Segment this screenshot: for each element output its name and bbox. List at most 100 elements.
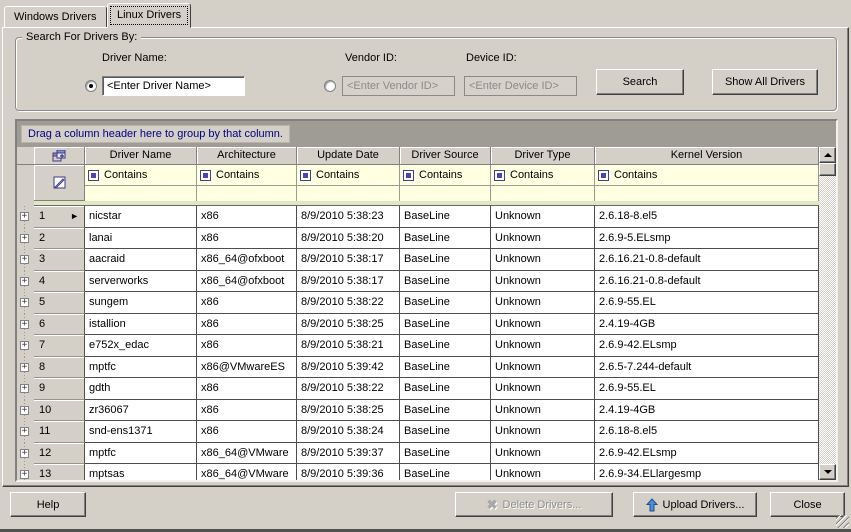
- filter-marker-icon[interactable]: [494, 170, 505, 181]
- column-header-kernel-version[interactable]: Kernel Version: [595, 147, 819, 165]
- expand-icon[interactable]: +: [20, 341, 29, 350]
- row-header[interactable]: 2 ►: [34, 228, 85, 250]
- delete-drivers-button[interactable]: ✖ Delete Drivers...: [455, 492, 613, 517]
- column-header-driver-type[interactable]: Driver Type: [491, 147, 595, 165]
- show-all-drivers-button[interactable]: Show All Drivers: [712, 69, 818, 95]
- row-header[interactable]: 12 ►: [34, 443, 85, 465]
- table-row[interactable]: + 7 ► e752x_edac x86 8/9/2010 5:38:21 Ba…: [17, 335, 819, 357]
- arrow-up-icon: [824, 153, 832, 157]
- table-row[interactable]: + 3 ► aacraid x86_64@ofxboot 8/9/2010 5:…: [17, 249, 819, 271]
- resize-grip[interactable]: [836, 515, 849, 528]
- table-row[interactable]: + 10 ► zr36067 x86 8/9/2010 5:38:25 Base…: [17, 400, 819, 422]
- scrollbar-thumb[interactable]: [819, 163, 836, 176]
- expand-icon[interactable]: +: [20, 277, 29, 286]
- filter-marker-icon[interactable]: [598, 170, 609, 181]
- filter-value-kernel-version[interactable]: [595, 186, 819, 201]
- table-row[interactable]: + 2 ► lanai x86 8/9/2010 5:38:20 BaseLin…: [17, 228, 819, 250]
- expand-icon[interactable]: +: [20, 320, 29, 329]
- driver-name-radio[interactable]: [85, 80, 97, 92]
- column-customize-icon: [52, 150, 66, 162]
- group-by-band[interactable]: Drag a column header here to group by th…: [17, 121, 836, 147]
- filter-cell-kernel-version[interactable]: Contains: [595, 165, 819, 186]
- filter-marker-icon[interactable]: [200, 170, 211, 181]
- cell-driver-name: nicstar: [85, 206, 197, 228]
- row-header[interactable]: 13 ►: [34, 464, 85, 480]
- linux-drivers-page: Search For Drivers By: Driver Name: Vend…: [2, 27, 849, 487]
- column-header-driver-name[interactable]: Driver Name: [85, 147, 197, 165]
- driver-name-input[interactable]: [102, 76, 245, 96]
- table-row[interactable]: + 9 ► gdth x86 8/9/2010 5:38:22 BaseLine…: [17, 378, 819, 400]
- device-id-input[interactable]: [464, 76, 577, 96]
- cell-update-date: 8/9/2010 5:38:23: [297, 206, 400, 228]
- tab-linux-drivers[interactable]: Linux Drivers: [107, 3, 191, 28]
- column-header-update-date[interactable]: Update Date: [297, 147, 400, 165]
- expand-icon[interactable]: +: [20, 363, 29, 372]
- cell-driver-source: BaseLine: [400, 228, 491, 250]
- table-row[interactable]: + 8 ► mptfc x86@VMwareES 8/9/2010 5:39:4…: [17, 357, 819, 379]
- expand-icon[interactable]: +: [20, 470, 29, 479]
- row-header[interactable]: 7 ►: [34, 335, 85, 357]
- help-button[interactable]: Help: [10, 492, 86, 517]
- scroll-up-button[interactable]: [819, 147, 836, 163]
- table-row[interactable]: + 4 ► serverworks x86_64@ofxboot 8/9/201…: [17, 271, 819, 293]
- filter-marker-icon[interactable]: [88, 170, 99, 181]
- table-row[interactable]: + 12 ► mptfc x86_64@VMware 8/9/2010 5:39…: [17, 443, 819, 465]
- row-header[interactable]: 11 ►: [34, 421, 85, 443]
- filter-value-architecture[interactable]: [197, 186, 297, 201]
- filter-marker-icon[interactable]: [300, 170, 311, 181]
- tab-windows-drivers[interactable]: Windows Drivers: [4, 6, 107, 28]
- expand-icon[interactable]: +: [20, 427, 29, 436]
- row-header[interactable]: 6 ►: [34, 314, 85, 336]
- filter-cell-driver-name[interactable]: Contains: [85, 165, 197, 186]
- row-header[interactable]: 9 ►: [34, 378, 85, 400]
- column-header-architecture[interactable]: Architecture: [197, 147, 297, 165]
- vendor-device-radio[interactable]: [324, 80, 336, 92]
- row-header[interactable]: 10 ►: [34, 400, 85, 422]
- table-row[interactable]: + 13 ► mptsas x86_64@VMware 8/9/2010 5:3…: [17, 464, 819, 480]
- edit-filter-button[interactable]: [34, 165, 85, 201]
- filter-cell-update-date[interactable]: Contains: [297, 165, 400, 186]
- expand-icon[interactable]: +: [20, 406, 29, 415]
- filter-cell-driver-source[interactable]: Contains: [400, 165, 491, 186]
- cell-driver-source: BaseLine: [400, 292, 491, 314]
- expand-icon[interactable]: +: [20, 384, 29, 393]
- table-row[interactable]: + 1 ► nicstar x86 8/9/2010 5:38:23 BaseL…: [17, 206, 819, 228]
- row-number: 8: [34, 361, 45, 373]
- vertical-scrollbar[interactable]: [819, 147, 836, 480]
- row-tree-cell: +: [17, 421, 34, 443]
- filter-cell-architecture[interactable]: Contains: [197, 165, 297, 186]
- filter-cell-driver-type[interactable]: Contains: [491, 165, 595, 186]
- column-header-driver-source[interactable]: Driver Source: [400, 147, 491, 165]
- filter-value-driver-type[interactable]: [491, 186, 595, 201]
- row-header[interactable]: 4 ►: [34, 271, 85, 293]
- cell-driver-type: Unknown: [491, 249, 595, 271]
- close-button[interactable]: Close: [770, 492, 845, 517]
- vendor-id-input[interactable]: [342, 76, 455, 96]
- group-by-hint: Drag a column header here to group by th…: [21, 125, 290, 143]
- search-button[interactable]: Search: [596, 69, 684, 95]
- table-row[interactable]: + 11 ► snd-ens1371 x86 8/9/2010 5:38:24 …: [17, 421, 819, 443]
- upload-drivers-button[interactable]: Upload Drivers...: [633, 492, 757, 517]
- expand-icon[interactable]: +: [20, 234, 29, 243]
- expand-icon[interactable]: +: [20, 298, 29, 307]
- expand-icon[interactable]: +: [20, 255, 29, 264]
- filter-value-driver-source[interactable]: [400, 186, 491, 201]
- filter-value-driver-name[interactable]: [85, 186, 197, 201]
- filter-marker-icon[interactable]: [403, 170, 414, 181]
- scroll-down-button[interactable]: [819, 464, 836, 480]
- filter-value-update-date[interactable]: [297, 186, 400, 201]
- cell-driver-source: BaseLine: [400, 464, 491, 480]
- expand-icon[interactable]: +: [20, 212, 29, 221]
- row-number: 12: [34, 447, 51, 459]
- table-row[interactable]: + 5 ► sungem x86 8/9/2010 5:38:22 BaseLi…: [17, 292, 819, 314]
- column-customize-button[interactable]: [34, 147, 85, 165]
- cell-architecture: x86: [197, 206, 297, 228]
- drivers-grid: Drag a column header here to group by th…: [15, 119, 838, 482]
- expand-icon[interactable]: +: [20, 449, 29, 458]
- row-header[interactable]: 1 ►: [34, 206, 85, 228]
- row-header[interactable]: 8 ►: [34, 357, 85, 379]
- table-row[interactable]: + 6 ► istallion x86 8/9/2010 5:38:25 Bas…: [17, 314, 819, 336]
- row-header[interactable]: 3 ►: [34, 249, 85, 271]
- row-header[interactable]: 5 ►: [34, 292, 85, 314]
- grid-header-row: Driver Name Architecture Update Date Dri…: [17, 147, 819, 165]
